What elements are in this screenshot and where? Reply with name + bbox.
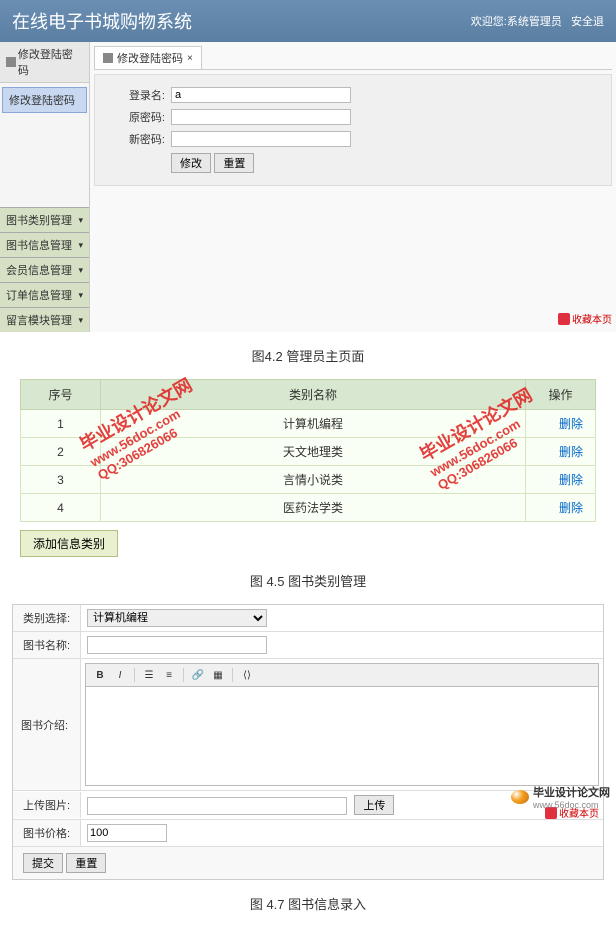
close-icon[interactable]: × [187,53,193,64]
category-select[interactable]: 计算机编程 [87,609,267,627]
table-row: 1计算机编程删除 [21,410,596,438]
username-input[interactable] [171,87,351,103]
reset-button-2[interactable]: 重置 [66,853,106,873]
modify-button[interactable]: 修改 [171,153,211,173]
bookname-input[interactable] [87,636,267,654]
upload-label: 上传图片: [13,792,81,818]
chevron-down-icon: ▾ [78,215,83,226]
image-icon[interactable]: ▦ [210,667,226,683]
caption-2: 图 4.5 图书类别管理 [0,571,616,590]
delete-link[interactable]: 删除 [526,466,596,494]
col-no: 序号 [21,380,101,410]
delete-link[interactable]: 删除 [526,410,596,438]
category-management: 序号 类别名称 操作 1计算机编程删除 2天文地理类删除 3言情小说类删除 4医… [20,379,596,557]
sidebar-item-order[interactable]: 订单信息管理▾ [0,282,89,307]
rich-editor: B I ☰ ≡ 🔗 ▦ ⟨⟩ [81,659,603,790]
sidebar: 修改登陆密码 修改登陆密码 图书类别管理▾ 图书信息管理▾ 会员信息管理▾ 订单… [0,42,90,332]
sidebar-header[interactable]: 修改登陆密码 [0,42,89,83]
price-label: 图书价格: [13,820,81,846]
header: 在线电子书城购物系统 欢迎您:系统管理员 安全退 [0,0,616,42]
favorite-badge[interactable]: 收藏本页 [558,311,612,326]
category-table: 序号 类别名称 操作 1计算机编程删除 2天文地理类删除 3言情小说类删除 4医… [20,379,596,522]
tab-icon [103,53,113,63]
chevron-down-icon: ▾ [78,240,83,251]
book-entry-form: 类别选择: 计算机编程 图书名称: 图书介绍: B I ☰ ≡ 🔗 ▦ ⟨⟩ 上… [12,604,604,880]
newpwd-label: 新密码: [115,131,165,147]
reset-button[interactable]: 重置 [214,153,254,173]
chevron-down-icon: ▾ [78,290,83,301]
sidebar-item-message[interactable]: 留言模块管理▾ [0,307,89,332]
chevron-down-icon: ▾ [78,265,83,276]
sidebar-item-book[interactable]: 图书信息管理▾ [0,232,89,257]
ball-icon [511,790,529,804]
col-name: 类别名称 [101,380,526,410]
sidebar-active-item[interactable]: 修改登陆密码 [2,87,87,113]
chevron-down-icon: ▾ [78,315,83,326]
submit-button[interactable]: 提交 [23,853,63,873]
content-area: 修改登陆密码 × 登录名: 原密码: 新密码: 修改 [90,42,616,332]
delete-link[interactable]: 删除 [526,438,596,466]
intro-label: 图书介绍: [13,659,81,790]
newpwd-input[interactable] [171,131,351,147]
table-row: 4医药法学类删除 [21,494,596,522]
tab-bar: 修改登陆密码 × [94,46,612,70]
heart-icon [558,313,570,325]
square-icon [6,57,16,67]
delete-link[interactable]: 删除 [526,494,596,522]
bold-icon[interactable]: B [92,667,108,683]
footer-logo: 毕业设计论文网 www.56doc.com [511,784,610,810]
tab-change-password[interactable]: 修改登陆密码 × [94,46,202,69]
caption-1: 图4.2 管理员主页面 [0,346,616,365]
admin-main-page: 在线电子书城购物系统 欢迎您:系统管理员 安全退 修改登陆密码 修改登陆密码 图… [0,0,616,332]
editor-toolbar: B I ☰ ≡ 🔗 ▦ ⟨⟩ [85,663,599,686]
sidebar-item-category[interactable]: 图书类别管理▾ [0,207,89,232]
source-icon[interactable]: ⟨⟩ [239,667,255,683]
upload-button[interactable]: 上传 [354,795,394,815]
app-title: 在线电子书城购物系统 [12,8,192,34]
oldpwd-input[interactable] [171,109,351,125]
logout-link[interactable]: 安全退 [571,16,604,28]
sidebar-item-member[interactable]: 会员信息管理▾ [0,257,89,282]
header-right: 欢迎您:系统管理员 安全退 [471,13,604,29]
add-category-button[interactable]: 添加信息类别 [20,530,118,557]
italic-icon[interactable]: I [112,667,128,683]
password-form: 登录名: 原密码: 新密码: 修改 重置 [94,74,612,186]
price-input[interactable] [87,824,167,842]
bookname-label: 图书名称: [13,632,81,658]
caption-3: 图 4.7 图书信息录入 [0,894,616,913]
numlist-icon[interactable]: ≡ [161,667,177,683]
editor-content[interactable] [85,686,599,786]
table-row: 2天文地理类删除 [21,438,596,466]
username-label: 登录名: [115,87,165,103]
category-label: 类别选择: [13,605,81,631]
welcome-text: 欢迎您:系统管理员 [471,16,562,28]
link-icon[interactable]: 🔗 [190,667,206,683]
col-action: 操作 [526,380,596,410]
oldpwd-label: 原密码: [115,109,165,125]
table-row: 3言情小说类删除 [21,466,596,494]
list-icon[interactable]: ☰ [141,667,157,683]
upload-path-input[interactable] [87,797,347,815]
